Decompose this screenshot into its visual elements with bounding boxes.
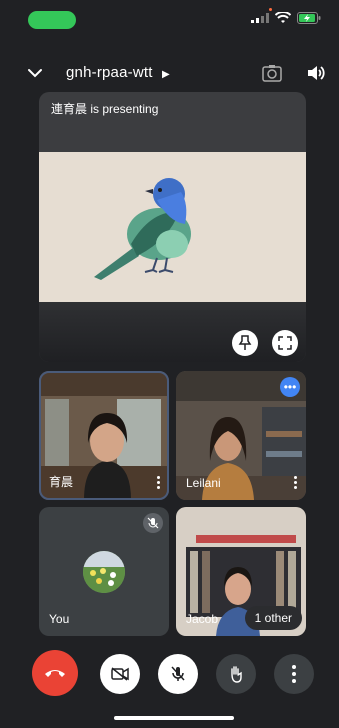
recording-dot — [269, 8, 272, 11]
participant-tile[interactable]: 育晨 — [39, 371, 169, 500]
chevron-right-icon: ▶ — [161, 69, 170, 80]
switch-camera-button[interactable] — [262, 64, 282, 87]
participant-name: 育晨 — [49, 475, 74, 489]
home-indicator[interactable] — [114, 716, 234, 720]
participant-tile[interactable]: Jacob 1 other — [176, 507, 306, 636]
meeting-code-text: gnh-rpaa-wtt — [66, 64, 153, 81]
others-label: 1 other — [254, 611, 292, 625]
more-button[interactable] — [274, 654, 314, 694]
mic-off-button[interactable] — [158, 654, 198, 694]
speaker-button[interactable] — [306, 64, 326, 87]
status-bar-right — [251, 12, 321, 24]
self-tile[interactable]: You — [39, 507, 169, 636]
fullscreen-icon — [278, 336, 292, 350]
pin-button[interactable] — [232, 330, 258, 356]
call-status-pill[interactable] — [28, 11, 76, 29]
more-vertical-icon — [292, 665, 296, 683]
fullscreen-button[interactable] — [272, 330, 298, 356]
more-horizontal-icon: ••• — [283, 380, 297, 394]
presenting-label: 連育晨 is presenting — [51, 102, 159, 116]
camera-off-icon — [111, 667, 129, 681]
switch-camera-icon — [262, 65, 282, 82]
more-badge[interactable]: ••• — [280, 377, 300, 397]
participant-name: You — [49, 612, 70, 626]
participant-name: Leilani — [186, 476, 221, 490]
presentation-tile[interactable]: 連育晨 is presenting — [39, 92, 306, 362]
avatar — [83, 551, 125, 593]
end-call-icon — [45, 670, 65, 677]
mic-off-icon — [171, 666, 185, 681]
mic-off-badge — [143, 513, 163, 533]
signal-icon — [251, 13, 269, 23]
participant-tile[interactable]: ••• Leilani — [176, 371, 306, 500]
camera-off-button[interactable] — [100, 654, 140, 694]
others-chip[interactable]: 1 other — [244, 606, 302, 630]
chevron-down-icon — [28, 69, 42, 78]
avatar-image — [83, 551, 125, 593]
end-call-button[interactable] — [32, 650, 78, 696]
more-options-icon[interactable] — [157, 476, 161, 490]
bird-illustration — [94, 178, 191, 280]
battery-charging-icon — [297, 12, 321, 24]
speaker-icon — [308, 66, 325, 80]
pin-icon — [238, 335, 252, 350]
more-options-icon[interactable] — [294, 476, 298, 490]
presentation-footer — [39, 302, 306, 362]
raise-hand-icon — [231, 666, 242, 683]
shared-slide — [39, 152, 306, 302]
collapse-button[interactable] — [26, 66, 44, 84]
mic-off-icon — [147, 517, 159, 529]
meeting-code[interactable]: gnh-rpaa-wtt ▶ — [66, 64, 170, 81]
participant-name: Jacob — [186, 612, 219, 626]
raise-hand-button[interactable] — [216, 654, 256, 694]
wifi-icon — [275, 12, 291, 23]
